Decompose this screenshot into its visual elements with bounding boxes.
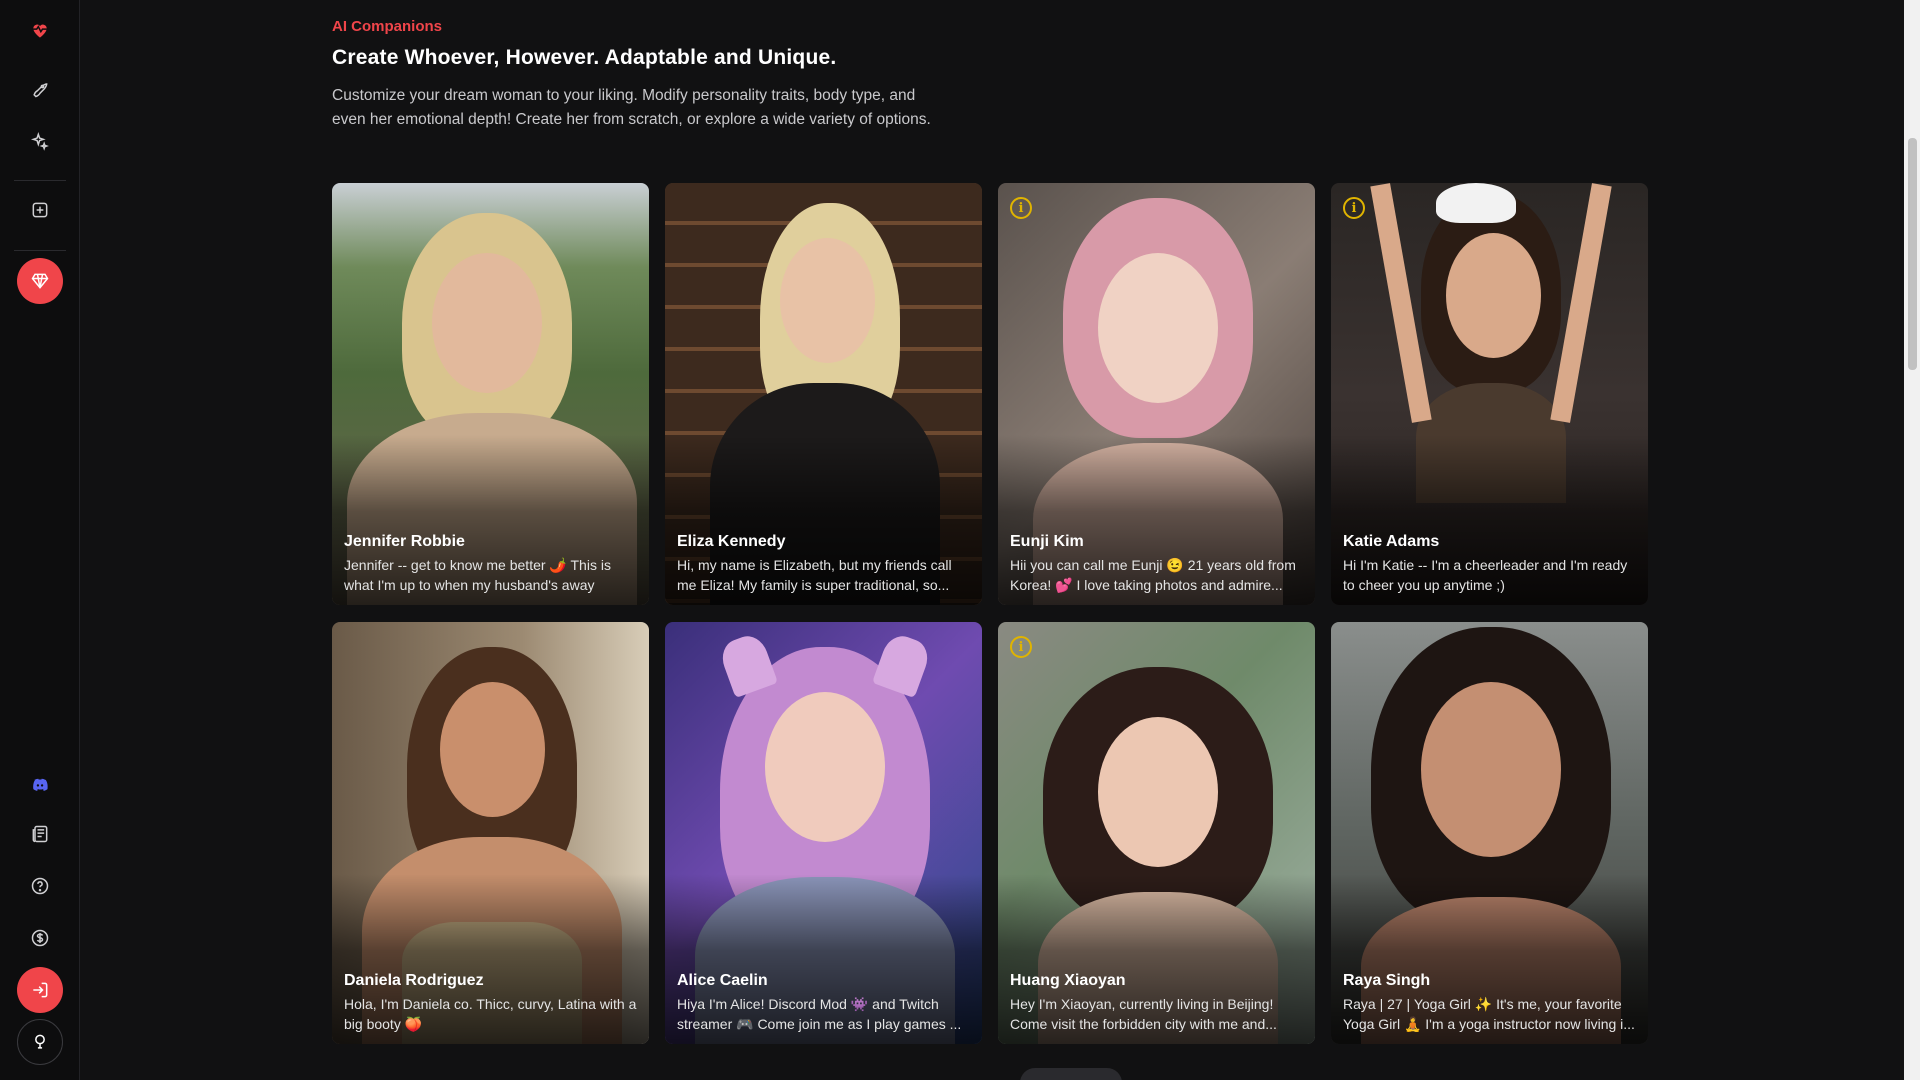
scrollbar-thumb[interactable] [1908,138,1917,370]
companion-name: Katie Adams [1343,533,1440,550]
info-icon[interactable]: i [1343,197,1365,219]
companion-bio: Jennifer -- get to know me better 🌶️ Thi… [344,557,611,593]
heartbeat-logo-icon[interactable] [20,10,60,50]
sidebar-divider [14,180,66,181]
companion-bio: Hi I'm Katie -- I'm a cheerleader and I'… [1343,557,1628,593]
sidebar-divider [14,250,66,251]
gem-icon[interactable] [17,258,63,304]
companion-card[interactable]: Eliza Kennedy Hi, my name is Elizabeth, … [665,183,982,605]
section-description: Customize your dream woman to your likin… [332,87,931,128]
dollar-circle-icon[interactable] [20,918,60,958]
companion-name: Jennifer Robbie [344,533,465,550]
companion-card[interactable]: i Huang Xiaoyan Hey I'm Xiaoyan, current… [998,622,1315,1044]
sparkles-icon[interactable] [20,121,60,161]
plus-square-icon[interactable] [20,190,60,230]
discord-icon[interactable] [20,765,60,805]
companion-bio: Hiya I'm Alice! Discord Mod 👾 and Twitch… [677,996,962,1032]
companion-bio: Hey I'm Xiaoyan, currently living in Bei… [1010,996,1277,1032]
login-icon[interactable] [17,967,63,1013]
companion-bio: Hola, I'm Daniela co. Thicc, curvy, Lati… [344,996,637,1032]
companion-name: Eunji Kim [1010,533,1084,550]
companion-name: Eliza Kennedy [677,533,786,550]
help-circle-icon[interactable] [20,866,60,906]
companion-bio: Hii you can call me Eunji 😉 21 years old… [1010,557,1296,593]
lightbulb-icon[interactable] [17,1019,63,1065]
companion-bio: Raya | 27 | Yoga Girl ✨ It's me, your fa… [1343,996,1635,1032]
section-eyebrow: AI Companions [332,18,443,35]
sidebar [0,0,80,1080]
companion-card[interactable]: i Katie Adams Hi I'm Katie -- I'm a chee… [1331,183,1648,605]
page-scrollbar[interactable] [1904,0,1920,1080]
info-icon[interactable]: i [1010,636,1032,658]
info-icon[interactable]: i [1010,197,1032,219]
companion-card[interactable]: Jennifer Robbie Jennifer -- get to know … [332,183,649,605]
main-content: AI Companions Create Whoever, However. A… [80,0,1904,1080]
companion-card[interactable]: Raya Singh Raya | 27 | Yoga Girl ✨ It's … [1331,622,1648,1044]
scroll-more-button[interactable] [1020,1068,1122,1080]
rocket-icon[interactable] [20,69,60,109]
companion-card[interactable]: Daniela Rodriguez Hola, I'm Daniela co. … [332,622,649,1044]
companion-name: Alice Caelin [677,972,768,989]
companion-name: Raya Singh [1343,972,1431,989]
companion-name: Daniela Rodriguez [344,972,484,989]
newspaper-icon[interactable] [20,814,60,854]
companion-grid: Jennifer Robbie Jennifer -- get to know … [332,183,1654,1044]
companion-card[interactable]: Alice Caelin Hiya I'm Alice! Discord Mod… [665,622,982,1044]
companion-bio: Hi, my name is Elizabeth, but my friends… [677,557,952,593]
page-title: Create Whoever, However. Adaptable and U… [332,46,837,69]
companion-card[interactable]: i Eunji Kim Hii you can call me Eunji 😉 … [998,183,1315,605]
companion-name: Huang Xiaoyan [1010,972,1126,989]
